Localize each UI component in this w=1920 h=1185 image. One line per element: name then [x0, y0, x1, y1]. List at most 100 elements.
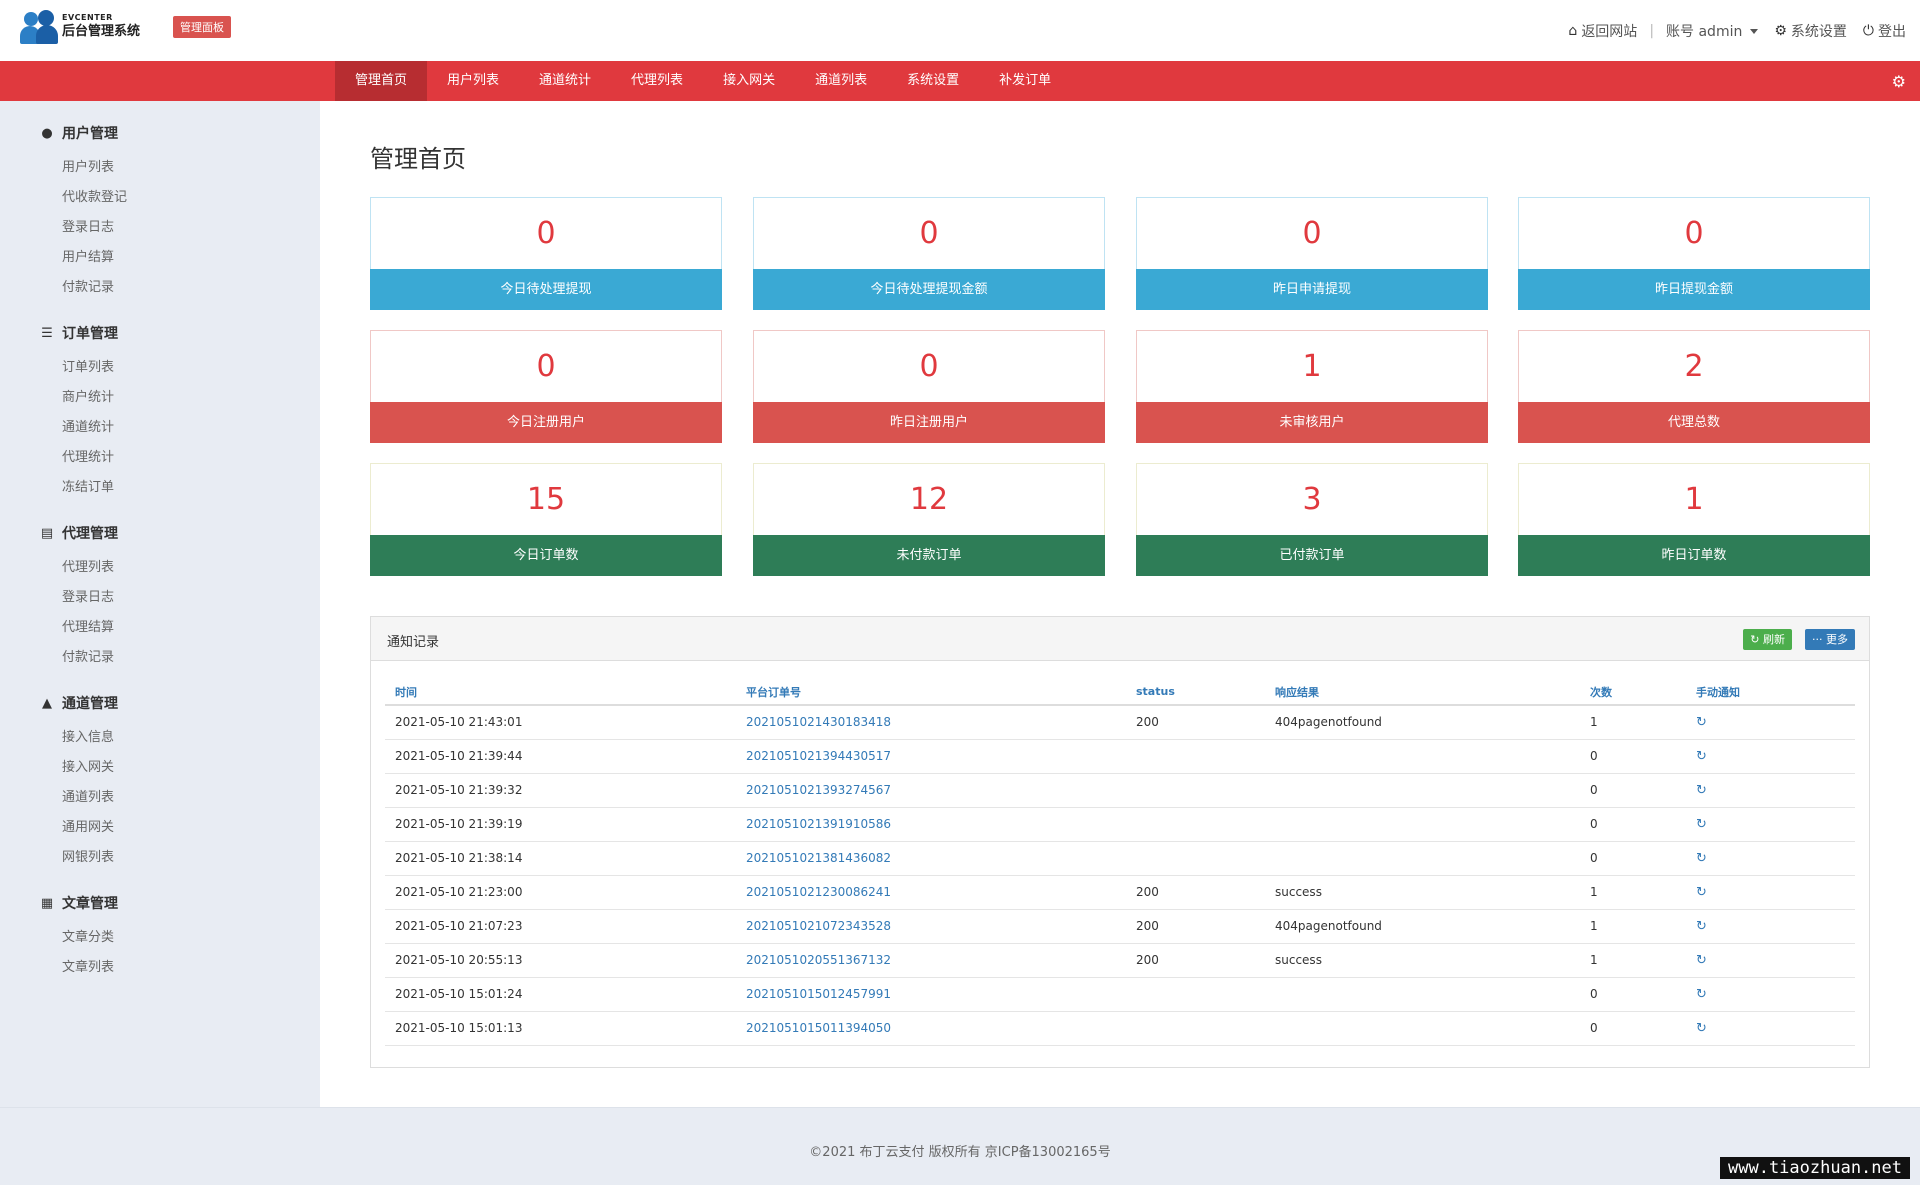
sidebar-item[interactable]: 接入信息 — [62, 723, 320, 753]
stat-card[interactable]: 12 未付款订单 — [753, 463, 1105, 576]
order-number-link[interactable]: 2021051015011394050 — [736, 1011, 1126, 1046]
sidebar-item[interactable]: 用户结算 — [62, 243, 320, 273]
resend-notify-icon[interactable]: ↻ — [1686, 875, 1855, 910]
ellipsis-icon: ··· — [1812, 633, 1823, 646]
cell-time: 2021-05-10 21:43:01 — [385, 705, 736, 740]
stat-card[interactable]: 0 昨日注册用户 — [753, 330, 1105, 443]
gear-icon[interactable]: ⚙ — [1892, 72, 1906, 91]
stat-card[interactable]: 1 未审核用户 — [1136, 330, 1488, 443]
stat-card[interactable]: 3 已付款订单 — [1136, 463, 1488, 576]
nav-user-list[interactable]: 用户列表 — [427, 61, 519, 101]
stat-card[interactable]: 0 昨日提现金额 — [1518, 197, 1870, 310]
order-number-link[interactable]: 2021051020551367132 — [736, 943, 1126, 978]
resend-notify-icon[interactable]: ↻ — [1686, 705, 1855, 740]
sidebar-item[interactable]: 登录日志 — [62, 583, 320, 613]
caret-down-icon — [1750, 28, 1759, 34]
order-number-link[interactable]: 2021051015012457991 — [736, 977, 1126, 1012]
stat-card[interactable]: 0 今日待处理提现金额 — [753, 197, 1105, 310]
logo[interactable]: EVCENTER 后台管理系统 — [20, 8, 140, 44]
nav-agent-list[interactable]: 代理列表 — [611, 61, 703, 101]
order-number-link[interactable]: 2021051021430183418 — [736, 705, 1126, 740]
logo-en: EVCENTER — [62, 13, 113, 22]
sidebar-group-title[interactable]: ● 用户管理 — [40, 123, 320, 143]
sidebar-item[interactable]: 付款记录 — [62, 273, 320, 303]
stat-label: 代理总数 — [1518, 402, 1870, 443]
resend-notify-icon[interactable]: ↻ — [1686, 773, 1855, 808]
settings-link[interactable]: ⚙ 系统设置 — [1774, 21, 1847, 41]
order-number-link[interactable]: 2021051021391910586 — [736, 807, 1126, 842]
column-header[interactable]: 平台订单号 — [736, 679, 1126, 706]
more-button[interactable]: ··· 更多 — [1805, 629, 1855, 650]
sidebar-item[interactable]: 登录日志 — [62, 213, 320, 243]
cell-time: 2021-05-10 21:39:19 — [385, 807, 736, 842]
nav-home[interactable]: 管理首页 — [335, 61, 428, 101]
sidebar-item[interactable]: 代理结算 — [62, 613, 320, 643]
nav-system-settings[interactable]: 系统设置 — [887, 61, 979, 101]
sidebar-item[interactable]: 付款记录 — [62, 643, 320, 673]
sidebar-item[interactable]: 用户列表 — [62, 153, 320, 183]
resend-notify-icon[interactable]: ↻ — [1686, 739, 1855, 774]
stat-card[interactable]: 0 今日注册用户 — [370, 330, 722, 443]
column-header[interactable]: 时间 — [385, 679, 736, 706]
sidebar-item[interactable]: 网银列表 — [62, 843, 320, 873]
order-number-link[interactable]: 2021051021072343528 — [736, 909, 1126, 944]
cell-time: 2021-05-10 21:07:23 — [385, 909, 736, 944]
resend-notify-icon[interactable]: ↻ — [1686, 943, 1855, 978]
sidebar-group-title[interactable]: ▲ 通道管理 — [40, 693, 320, 713]
table-row: 2021-05-10 21:23:00 2021051021230086241 … — [385, 875, 1855, 910]
column-header[interactable]: status — [1126, 679, 1265, 706]
refresh-button[interactable]: ↻ 刷新 — [1743, 629, 1792, 650]
stat-card[interactable]: 15 今日订单数 — [370, 463, 722, 576]
resend-notify-icon[interactable]: ↻ — [1686, 1011, 1855, 1046]
order-number-link[interactable]: 2021051021381436082 — [736, 841, 1126, 876]
sidebar-group-title[interactable]: ▦ 文章管理 — [40, 893, 320, 913]
resend-notify-icon[interactable]: ↻ — [1686, 841, 1855, 876]
resend-notify-icon[interactable]: ↻ — [1686, 909, 1855, 944]
sidebar-group-title[interactable]: ▤ 代理管理 — [40, 523, 320, 543]
resend-notify-icon[interactable]: ↻ — [1686, 807, 1855, 842]
panel-header: 通知记录 ↻ 刷新 ··· 更多 — [371, 617, 1869, 661]
order-number-link[interactable]: 2021051021394430517 — [736, 739, 1126, 774]
panel-title: 通知记录 — [387, 635, 440, 650]
nav-reissue-order[interactable]: 补发订单 — [979, 61, 1071, 101]
column-header[interactable]: 响应结果 — [1265, 679, 1580, 706]
nav-channel-stats[interactable]: 通道统计 — [519, 61, 611, 101]
stat-card[interactable]: 1 昨日订单数 — [1518, 463, 1870, 576]
sidebar-item[interactable]: 冻结订单 — [62, 473, 320, 503]
sidebar-item[interactable]: 商户统计 — [62, 383, 320, 413]
sidebar-item[interactable]: 通道列表 — [62, 783, 320, 813]
sidebar-group-title[interactable]: ☰ 订单管理 — [40, 323, 320, 343]
nav-gateway[interactable]: 接入网关 — [703, 61, 795, 101]
logout-link[interactable]: ⏻ 登出 — [1863, 21, 1906, 41]
cell-time: 2021-05-10 21:39:32 — [385, 773, 736, 808]
sidebar-item[interactable]: 通用网关 — [62, 813, 320, 843]
stat-card[interactable]: 2 代理总数 — [1518, 330, 1870, 443]
stat-value: 0 — [753, 330, 1105, 402]
sidebar-item[interactable]: 订单列表 — [62, 353, 320, 383]
cell-count: 0 — [1580, 807, 1686, 842]
sidebar-item[interactable]: 文章列表 — [62, 953, 320, 983]
sidebar-item[interactable]: 代理统计 — [62, 443, 320, 473]
sidebar-item[interactable]: 文章分类 — [62, 923, 320, 953]
order-number-link[interactable]: 2021051021230086241 — [736, 875, 1126, 910]
resend-notify-icon[interactable]: ↻ — [1686, 977, 1855, 1012]
stat-value: 0 — [1136, 197, 1488, 269]
cell-status: 200 — [1126, 943, 1265, 978]
cell-count: 1 — [1580, 875, 1686, 910]
table-row: 2021-05-10 15:01:24 2021051015012457991 … — [385, 977, 1855, 1012]
stat-card[interactable]: 0 今日待处理提现 — [370, 197, 722, 310]
table-row: 2021-05-10 21:07:23 2021051021072343528 … — [385, 909, 1855, 944]
sidebar-item[interactable]: 通道统计 — [62, 413, 320, 443]
account-dropdown[interactable]: 账号 admin — [1666, 21, 1759, 41]
column-header[interactable]: 手动通知 — [1686, 679, 1855, 706]
stat-value: 0 — [370, 330, 722, 402]
stat-label: 未付款订单 — [753, 535, 1105, 576]
sidebar-item[interactable]: 代收款登记 — [62, 183, 320, 213]
sidebar-item[interactable]: 接入网关 — [62, 753, 320, 783]
back-site-link[interactable]: ⌂ 返回网站 — [1568, 21, 1637, 41]
order-number-link[interactable]: 2021051021393274567 — [736, 773, 1126, 808]
column-header[interactable]: 次数 — [1580, 679, 1686, 706]
sidebar-item[interactable]: 代理列表 — [62, 553, 320, 583]
nav-channel-list[interactable]: 通道列表 — [795, 61, 887, 101]
stat-card[interactable]: 0 昨日申请提现 — [1136, 197, 1488, 310]
